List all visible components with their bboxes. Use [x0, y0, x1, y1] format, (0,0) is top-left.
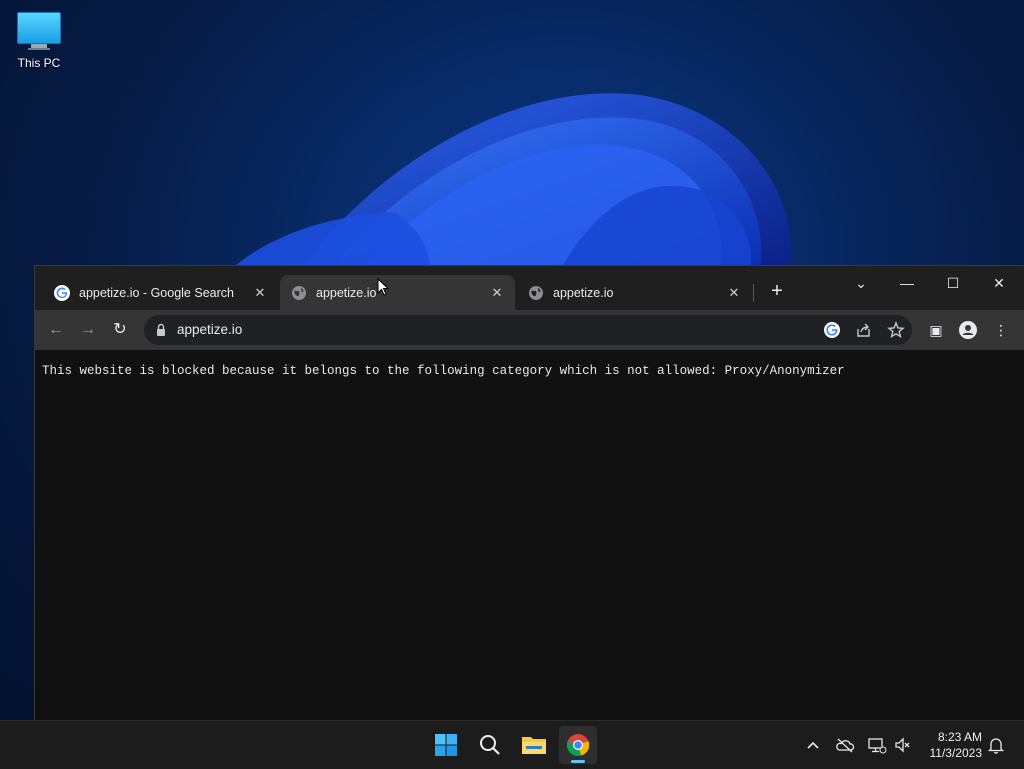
menu-kebab-icon[interactable]: ⋮ [991, 320, 1011, 340]
tab-google-search[interactable]: appetize.io - Google Search ✕ [43, 275, 278, 310]
new-tab-button[interactable]: + [766, 281, 788, 303]
mouse-cursor-icon [377, 278, 389, 296]
browser-toolbar: ← → ↻ appetize.io ▣ ⋮ [35, 310, 1024, 350]
globe-icon [529, 285, 543, 300]
forward-button[interactable]: → [77, 319, 99, 341]
clock[interactable]: 8:23 AM 11/3/2023 [918, 729, 983, 761]
tab-title: appetize.io - Google Search [79, 285, 234, 300]
tab-separator [753, 284, 754, 302]
maximize-button[interactable]: ☐ [930, 269, 976, 297]
share-icon[interactable] [855, 321, 873, 339]
browser-titlebar: appetize.io - Google Search ✕ appetize.i… [35, 266, 1024, 310]
search-icon [480, 735, 500, 755]
tab-title: appetize.io [553, 285, 614, 300]
network-icon[interactable] [867, 735, 887, 755]
profile-icon[interactable] [958, 320, 978, 340]
page-content: This website is blocked because it belon… [35, 350, 1024, 721]
google-icon [54, 284, 70, 301]
taskbar: 8:23 AM 11/3/2023 [0, 720, 1024, 769]
tab-close-icon[interactable]: ✕ [252, 285, 268, 301]
blocked-message: This website is blocked because it belon… [42, 364, 845, 378]
chrome-icon [566, 734, 590, 757]
bell-icon[interactable] [986, 735, 1006, 755]
active-indicator [571, 760, 585, 763]
address-bar[interactable]: appetize.io [144, 315, 912, 345]
lock-icon[interactable] [156, 323, 166, 337]
file-explorer-button[interactable] [515, 726, 553, 764]
file-explorer-icon [522, 737, 546, 754]
desktop-icon-label: This PC [17, 56, 61, 70]
start-icon [435, 734, 457, 756]
close-window-button[interactable]: ✕ [976, 269, 1022, 297]
google-lens-icon[interactable] [823, 321, 841, 339]
onedrive-icon[interactable] [835, 735, 855, 755]
back-button[interactable]: ← [45, 319, 67, 341]
taskbar-search-button[interactable] [471, 726, 509, 764]
tab-appetize-active[interactable]: appetize.io ✕ [280, 275, 515, 310]
browser-window: appetize.io - Google Search ✕ appetize.i… [34, 265, 1024, 722]
reload-button[interactable]: ↻ [109, 319, 131, 341]
bookmark-star-icon[interactable] [887, 321, 905, 339]
computer-icon [10, 12, 68, 50]
side-panel-icon[interactable]: ▣ [926, 320, 946, 340]
tab-title: appetize.io [316, 285, 377, 300]
start-button[interactable] [427, 726, 465, 764]
url-text[interactable]: appetize.io [177, 322, 242, 337]
minimize-button[interactable]: — [884, 269, 930, 297]
clock-date: 11/3/2023 [929, 746, 983, 760]
chevron-up-icon[interactable] [803, 735, 823, 755]
clock-time: 8:23 AM [937, 730, 982, 744]
tab-close-icon[interactable]: ✕ [489, 285, 505, 301]
volume-muted-icon[interactable] [893, 735, 913, 755]
globe-icon [292, 285, 306, 300]
chrome-taskbar-button[interactable] [559, 726, 597, 764]
desktop-icon-this-pc[interactable]: This PC [10, 8, 68, 70]
tab-appetize[interactable]: appetize.io ✕ [517, 275, 752, 310]
tab-close-icon[interactable]: ✕ [726, 285, 742, 301]
tab-search-button[interactable]: ⌄ [838, 269, 884, 297]
